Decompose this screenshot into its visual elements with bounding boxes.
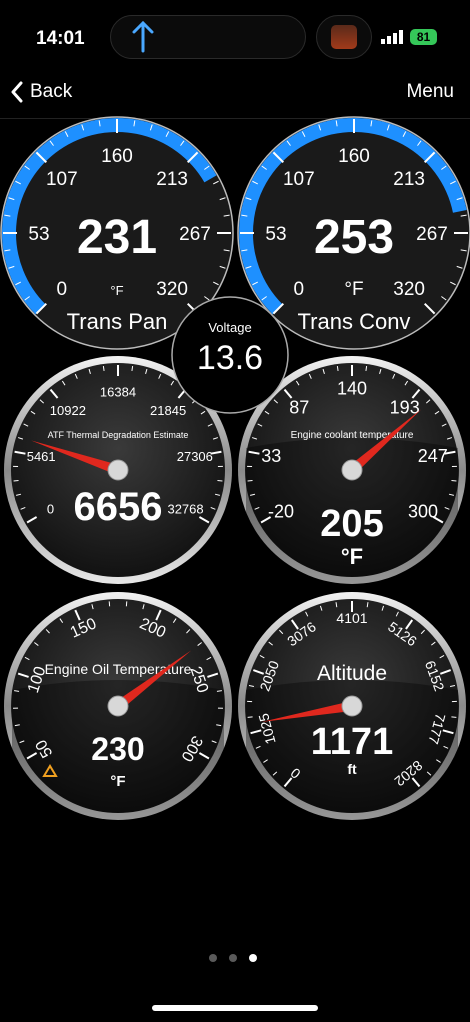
tick-mark: [247, 716, 253, 718]
altitude-gauge: 010252050307641015126615271778202Altitud…: [238, 592, 466, 820]
tick-label: 107: [46, 169, 78, 190]
gauge-title: ATF Thermal Degradation Estimate: [48, 430, 189, 440]
gauge-unit: ft: [347, 761, 357, 777]
tick-mark: [131, 365, 134, 372]
tick-mark: [365, 365, 368, 372]
tick-mark: [102, 365, 105, 372]
tick-label: 267: [179, 224, 211, 245]
gauge-value: 1171: [311, 721, 393, 763]
gauge-value: 6656: [74, 485, 163, 529]
gauge-unit: °F: [341, 544, 363, 569]
tick-label: 320: [156, 279, 188, 300]
tick-label: 140: [337, 378, 367, 398]
trans-conv-gauge: 0 53 107 160 213 267 320 253 °F Trans Conv: [237, 116, 470, 350]
page-dot[interactable]: [229, 954, 237, 962]
gauge-value: 231: [77, 211, 157, 264]
gauge-value: 253: [314, 211, 394, 264]
oil-temp-gauge: 50100150 200250300Engine Oil Temperature2…: [4, 592, 232, 820]
tick-label: 10922: [50, 403, 86, 418]
gauge-value: 205: [320, 503, 383, 545]
gauge-unit: °F: [110, 283, 123, 298]
tick-label: 247: [418, 446, 448, 466]
tick-label: 32768: [167, 502, 203, 517]
page-dot-active[interactable]: [249, 954, 257, 962]
tick-label: 300: [408, 501, 438, 521]
tick-label: 213: [156, 169, 188, 190]
needle-hub: [107, 459, 129, 481]
tick-label: 53: [265, 224, 286, 245]
tick-mark: [451, 716, 457, 718]
needle-hub: [341, 459, 363, 481]
voltage-title: Voltage: [208, 320, 251, 335]
home-indicator[interactable]: [152, 1005, 318, 1011]
tick-label: 27306: [177, 449, 213, 464]
tick-label: 87: [289, 397, 309, 417]
gauge-value: 230: [91, 731, 144, 767]
page-dot[interactable]: [209, 954, 217, 962]
tick-label: 33: [261, 446, 281, 466]
tick-label: 0: [294, 279, 305, 300]
needle-hub: [107, 695, 129, 717]
tick-mark: [217, 479, 223, 482]
tick-label: 0: [57, 279, 68, 300]
gauge-panel: 0 53 107 160 213 267 320 231 °F Trans Pan 0 53 107 16…: [0, 116, 470, 820]
gauge-unit: °F: [344, 279, 363, 300]
tick-label: 320: [393, 279, 425, 300]
tick-mark: [247, 479, 253, 482]
tick-label: 53: [28, 224, 49, 245]
gauge-unit: °F: [110, 773, 125, 790]
tick-label: 213: [393, 169, 425, 190]
gauge-title: Trans Pan: [67, 309, 168, 334]
tick-label: 21845: [150, 403, 186, 418]
gauge-title: Trans Conv: [298, 309, 411, 334]
tick-mark: [13, 479, 19, 482]
gauge-title: Engine Oil Temperature: [45, 661, 192, 677]
page-indicator[interactable]: [209, 954, 261, 964]
tick-label: 0: [47, 502, 54, 517]
tick-label: 160: [101, 146, 133, 167]
tick-label: 160: [338, 146, 370, 167]
tick-label: 16384: [100, 385, 136, 400]
tick-label: 107: [283, 169, 315, 190]
gauge-title: Altitude: [317, 662, 387, 685]
tick-label: 4101: [336, 610, 367, 626]
tick-mark: [451, 479, 457, 482]
voltage-value: 13.6: [197, 339, 263, 377]
tick-label: 267: [416, 224, 448, 245]
voltage-gauge: Voltage 13.6: [171, 296, 289, 414]
tick-label: -20: [268, 501, 294, 521]
tick-label: 5461: [27, 449, 56, 464]
needle-hub: [341, 695, 363, 717]
tick-mark: [336, 365, 339, 372]
